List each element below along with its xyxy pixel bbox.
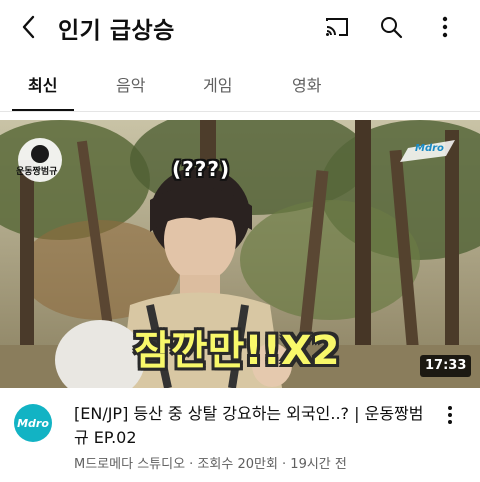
video-menu-button[interactable] bbox=[440, 402, 460, 428]
cast-icon bbox=[326, 18, 348, 36]
channel-watermark: 운동짱범규 bbox=[16, 167, 58, 177]
active-tab-indicator bbox=[12, 109, 74, 111]
channel-avatar-label: Mdro bbox=[17, 416, 49, 430]
channel-avatar[interactable]: Mdro bbox=[14, 404, 52, 442]
caption-main: 잠깐만!!X2 bbox=[134, 328, 340, 374]
more-options-button[interactable] bbox=[430, 12, 460, 42]
search-icon bbox=[381, 17, 403, 39]
more-vertical-icon bbox=[442, 16, 448, 38]
brand-watermark: Mdro bbox=[415, 143, 444, 154]
more-vertical-icon bbox=[448, 406, 452, 424]
video-title[interactable]: [EN/JP] 등산 중 상탈 강요하는 외국인..? | 운동짱범규 EP.0… bbox=[74, 402, 424, 450]
chevron-left-icon bbox=[22, 15, 35, 39]
tab-music[interactable]: 음악 bbox=[116, 72, 145, 96]
video-duration-badge: 17:33 bbox=[420, 355, 472, 377]
tab-latest[interactable]: 최신 bbox=[28, 72, 57, 96]
tab-movies[interactable]: 영화 bbox=[292, 72, 321, 96]
category-tabs: 최신 음악 게임 영화 bbox=[0, 60, 480, 112]
tab-games[interactable]: 게임 bbox=[203, 72, 232, 96]
search-button[interactable] bbox=[376, 12, 406, 42]
video-meta: M드로메다 스튜디오 · 조회수 20만회 · 19시간 전 bbox=[74, 457, 347, 472]
cast-button[interactable] bbox=[322, 12, 352, 42]
caption-top: (???) bbox=[172, 157, 231, 181]
back-button[interactable] bbox=[14, 12, 44, 42]
top-app-bar: 인기 급상승 bbox=[0, 0, 480, 56]
page-title: 인기 급상승 bbox=[58, 18, 175, 44]
